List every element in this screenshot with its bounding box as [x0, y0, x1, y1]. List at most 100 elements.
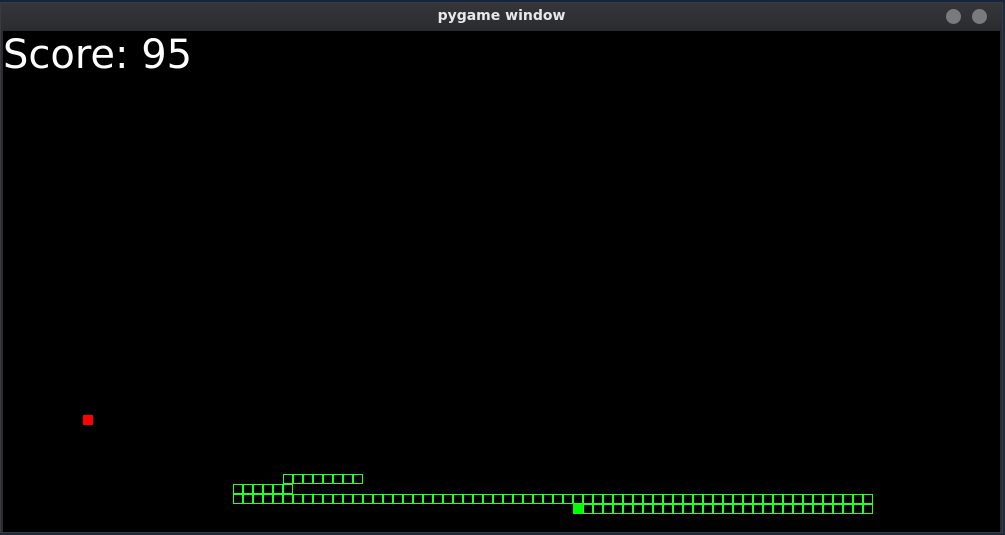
- snake-body-segment: [733, 504, 743, 514]
- snake-body-segment: [273, 494, 283, 504]
- snake-body-segment: [503, 494, 513, 504]
- snake-body-segment: [793, 494, 803, 504]
- snake-body-segment: [573, 494, 583, 504]
- snake-body-segment: [373, 494, 383, 504]
- snake-body-segment: [323, 494, 333, 504]
- snake-body-segment: [773, 504, 783, 514]
- snake-body-segment: [843, 504, 853, 514]
- snake-body-segment: [623, 504, 633, 514]
- snake-body-segment: [343, 494, 353, 504]
- snake-body-segment: [803, 504, 813, 514]
- snake-body-segment: [843, 494, 853, 504]
- snake-body-segment: [743, 494, 753, 504]
- snake-body-segment: [353, 494, 363, 504]
- snake-body-segment: [603, 494, 613, 504]
- snake-body-segment: [633, 494, 643, 504]
- snake-body-segment: [233, 484, 243, 494]
- minimize-button[interactable]: [946, 9, 961, 24]
- snake-body-segment: [333, 494, 343, 504]
- snake-body-segment: [723, 504, 733, 514]
- game-window: pygame window Score: 95: [0, 2, 1003, 533]
- snake-body-segment: [563, 494, 573, 504]
- snake-body-segment: [433, 494, 443, 504]
- snake-body-segment: [283, 484, 293, 494]
- snake-body-segment: [703, 504, 713, 514]
- snake-body-segment: [643, 504, 653, 514]
- snake-body-segment: [673, 494, 683, 504]
- snake-body-segment: [763, 494, 773, 504]
- snake-body-segment: [333, 474, 343, 484]
- snake-body-segment: [353, 474, 363, 484]
- snake-body-segment: [853, 494, 863, 504]
- snake-body-segment: [293, 474, 303, 484]
- snake-body-segment: [813, 504, 823, 514]
- snake-body-segment: [263, 494, 273, 504]
- snake-body-segment: [413, 494, 423, 504]
- snake-body-segment: [253, 494, 263, 504]
- snake-body-segment: [273, 484, 283, 494]
- score-label: Score: 95: [3, 32, 193, 78]
- snake-body-segment: [233, 494, 243, 504]
- close-button[interactable]: [972, 9, 987, 24]
- snake-body-segment: [313, 474, 323, 484]
- snake-body-segment: [473, 494, 483, 504]
- snake-body-segment: [753, 494, 763, 504]
- snake-body-segment: [483, 494, 493, 504]
- snake-body-segment: [303, 474, 313, 484]
- snake-body-segment: [743, 504, 753, 514]
- snake-body-segment: [683, 504, 693, 514]
- snake-body-segment: [533, 494, 543, 504]
- snake-body-segment: [283, 474, 293, 484]
- snake-body-segment: [643, 494, 653, 504]
- snake-body-segment: [383, 494, 393, 504]
- snake-body-segment: [793, 504, 803, 514]
- snake-body-segment: [653, 494, 663, 504]
- title-bar[interactable]: pygame window: [1, 3, 1002, 30]
- snake-body-segment: [633, 504, 643, 514]
- snake-body-segment: [853, 504, 863, 514]
- snake-body-segment: [463, 494, 473, 504]
- game-canvas[interactable]: Score: 95: [3, 31, 1000, 532]
- snake-body-segment: [553, 494, 563, 504]
- snake-body-segment: [523, 494, 533, 504]
- snake-body-segment: [363, 494, 373, 504]
- snake-body-segment: [453, 494, 463, 504]
- snake-body-segment: [733, 494, 743, 504]
- snake-body-segment: [393, 494, 403, 504]
- snake-body-segment: [703, 494, 713, 504]
- snake-body-segment: [343, 474, 353, 484]
- snake-body-segment: [243, 484, 253, 494]
- snake-body-segment: [693, 504, 703, 514]
- window-title: pygame window: [437, 8, 566, 24]
- snake-body-segment: [823, 494, 833, 504]
- snake-body-segment: [713, 504, 723, 514]
- snake-body-segment: [243, 494, 253, 504]
- snake-body-segment: [753, 504, 763, 514]
- snake-body-segment: [833, 494, 843, 504]
- snake-body-segment: [403, 494, 413, 504]
- snake-body-segment: [693, 494, 703, 504]
- snake-body-segment: [253, 484, 263, 494]
- snake-body-segment: [773, 494, 783, 504]
- snake-body-segment: [623, 494, 633, 504]
- snake-body-segment: [663, 494, 673, 504]
- snake-body-segment: [543, 494, 553, 504]
- snake-body-segment: [593, 494, 603, 504]
- snake-body-segment: [833, 504, 843, 514]
- snake-body-segment: [583, 494, 593, 504]
- snake-body-segment: [663, 504, 673, 514]
- snake-body-segment: [593, 504, 603, 514]
- snake-body-segment: [493, 494, 503, 504]
- snake-body-segment: [823, 504, 833, 514]
- snake-body-segment: [653, 504, 663, 514]
- snake-body-segment: [263, 484, 273, 494]
- snake-body-segment: [783, 504, 793, 514]
- snake-body-segment: [293, 494, 303, 504]
- snake-body-segment: [583, 504, 593, 514]
- food-pellet: [83, 415, 93, 425]
- snake-body-segment: [803, 494, 813, 504]
- snake-body-segment: [813, 494, 823, 504]
- snake-body-segment: [863, 504, 873, 514]
- snake-body-segment: [323, 474, 333, 484]
- snake-body-segment: [673, 504, 683, 514]
